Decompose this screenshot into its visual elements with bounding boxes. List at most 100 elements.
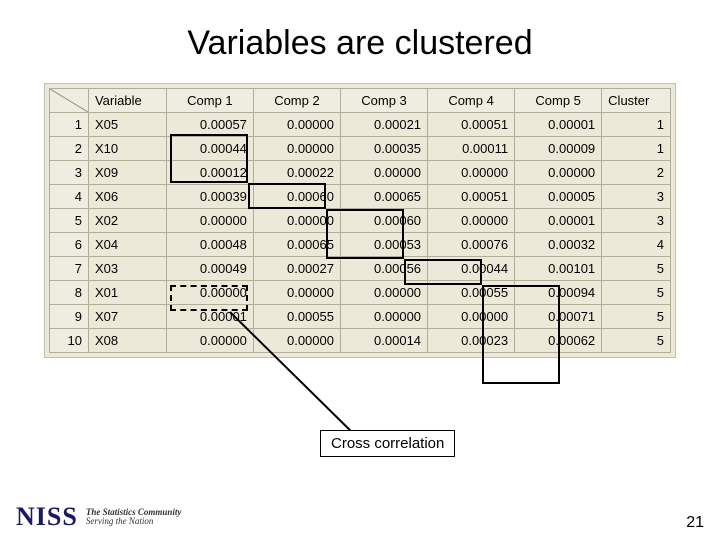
cell-comp3: 0.00000 (340, 161, 427, 185)
cell-comp2: 0.00000 (253, 329, 340, 353)
cell-cluster: 3 (602, 185, 671, 209)
cell-cluster: 5 (602, 305, 671, 329)
cell-comp3: 0.00065 (340, 185, 427, 209)
cell-comp4: 0.00000 (428, 209, 515, 233)
cell-comp5: 0.00005 (515, 185, 602, 209)
cell-variable: X07 (88, 305, 166, 329)
cell-comp1: 0.00039 (166, 185, 253, 209)
col-comp5: Comp 5 (515, 89, 602, 113)
corner-cell (50, 89, 89, 113)
niss-tagline: The Statistics Community Serving the Nat… (86, 508, 182, 527)
table-row: 2X100.000440.000000.000350.000110.000091 (50, 137, 671, 161)
cell-comp3: 0.00000 (340, 305, 427, 329)
row-index: 7 (50, 257, 89, 281)
cell-comp2: 0.00000 (253, 137, 340, 161)
row-index: 8 (50, 281, 89, 305)
callout-cross-correlation: Cross correlation (320, 430, 455, 457)
table-row: 1X050.000570.000000.000210.000510.000011 (50, 113, 671, 137)
cell-comp2: 0.00000 (253, 209, 340, 233)
col-comp4: Comp 4 (428, 89, 515, 113)
page-number: 21 (686, 514, 704, 532)
col-comp3: Comp 3 (340, 89, 427, 113)
cell-comp1: 0.00057 (166, 113, 253, 137)
table-row: 4X060.000390.000600.000650.000510.000053 (50, 185, 671, 209)
row-index: 5 (50, 209, 89, 233)
cell-variable: X08 (88, 329, 166, 353)
cell-comp2: 0.00000 (253, 281, 340, 305)
cell-comp1: 0.00012 (166, 161, 253, 185)
cell-cluster: 5 (602, 257, 671, 281)
table-row: 7X030.000490.000270.000560.000440.001015 (50, 257, 671, 281)
cell-comp4: 0.00055 (428, 281, 515, 305)
cell-variable: X03 (88, 257, 166, 281)
table-row: 3X090.000120.000220.000000.000000.000002 (50, 161, 671, 185)
cell-comp5: 0.00071 (515, 305, 602, 329)
cell-comp1: 0.00000 (166, 281, 253, 305)
row-index: 10 (50, 329, 89, 353)
row-index: 6 (50, 233, 89, 257)
table-row: 9X070.000010.000550.000000.000000.000715 (50, 305, 671, 329)
cell-comp1: 0.00000 (166, 209, 253, 233)
cell-comp4: 0.00051 (428, 113, 515, 137)
table-row: 8X010.000000.000000.000000.000550.000945 (50, 281, 671, 305)
cell-comp4: 0.00051 (428, 185, 515, 209)
tagline-line2: Serving the Nation (86, 516, 154, 526)
cell-comp3: 0.00021 (340, 113, 427, 137)
cell-comp4: 0.00011 (428, 137, 515, 161)
row-index: 2 (50, 137, 89, 161)
cell-comp1: 0.00044 (166, 137, 253, 161)
cell-cluster: 2 (602, 161, 671, 185)
table-row: 5X020.000000.000000.000600.000000.000013 (50, 209, 671, 233)
cell-comp2: 0.00000 (253, 113, 340, 137)
cell-comp4: 0.00076 (428, 233, 515, 257)
cell-comp5: 0.00032 (515, 233, 602, 257)
cell-cluster: 5 (602, 329, 671, 353)
table-row: 10X080.000000.000000.000140.000230.00062… (50, 329, 671, 353)
cell-variable: X06 (88, 185, 166, 209)
cell-comp2: 0.00027 (253, 257, 340, 281)
cell-comp1: 0.00048 (166, 233, 253, 257)
cell-comp2: 0.00055 (253, 305, 340, 329)
cell-variable: X02 (88, 209, 166, 233)
cell-comp3: 0.00035 (340, 137, 427, 161)
cell-comp4: 0.00000 (428, 305, 515, 329)
row-index: 4 (50, 185, 89, 209)
row-index: 1 (50, 113, 89, 137)
cell-comp3: 0.00053 (340, 233, 427, 257)
cell-comp2: 0.00065 (253, 233, 340, 257)
cell-comp5: 0.00001 (515, 209, 602, 233)
cluster-table: Variable Comp 1 Comp 2 Comp 3 Comp 4 Com… (49, 88, 671, 353)
slide-title: Variables are clustered (0, 0, 720, 83)
cell-variable: X10 (88, 137, 166, 161)
cell-comp2: 0.00022 (253, 161, 340, 185)
cell-comp5: 0.00000 (515, 161, 602, 185)
cell-comp1: 0.00049 (166, 257, 253, 281)
cell-comp5: 0.00009 (515, 137, 602, 161)
cell-variable: X09 (88, 161, 166, 185)
cell-variable: X05 (88, 113, 166, 137)
cell-comp3: 0.00056 (340, 257, 427, 281)
row-index: 9 (50, 305, 89, 329)
cell-comp3: 0.00000 (340, 281, 427, 305)
cell-comp1: 0.00000 (166, 329, 253, 353)
row-index: 3 (50, 161, 89, 185)
cell-cluster: 3 (602, 209, 671, 233)
slide-footer: NISS The Statistics Community Serving th… (16, 502, 704, 532)
cell-comp5: 0.00062 (515, 329, 602, 353)
cell-cluster: 1 (602, 113, 671, 137)
col-comp1: Comp 1 (166, 89, 253, 113)
cell-cluster: 1 (602, 137, 671, 161)
cell-comp5: 0.00001 (515, 113, 602, 137)
cell-comp5: 0.00101 (515, 257, 602, 281)
table-header-row: Variable Comp 1 Comp 2 Comp 3 Comp 4 Com… (50, 89, 671, 113)
niss-logo: NISS (16, 502, 78, 532)
cell-comp3: 0.00014 (340, 329, 427, 353)
cell-cluster: 4 (602, 233, 671, 257)
cluster-table-container: Variable Comp 1 Comp 2 Comp 3 Comp 4 Com… (44, 83, 676, 358)
col-comp2: Comp 2 (253, 89, 340, 113)
table-row: 6X040.000480.000650.000530.000760.000324 (50, 233, 671, 257)
cell-comp4: 0.00023 (428, 329, 515, 353)
cell-comp2: 0.00060 (253, 185, 340, 209)
col-cluster: Cluster (602, 89, 671, 113)
cell-comp5: 0.00094 (515, 281, 602, 305)
